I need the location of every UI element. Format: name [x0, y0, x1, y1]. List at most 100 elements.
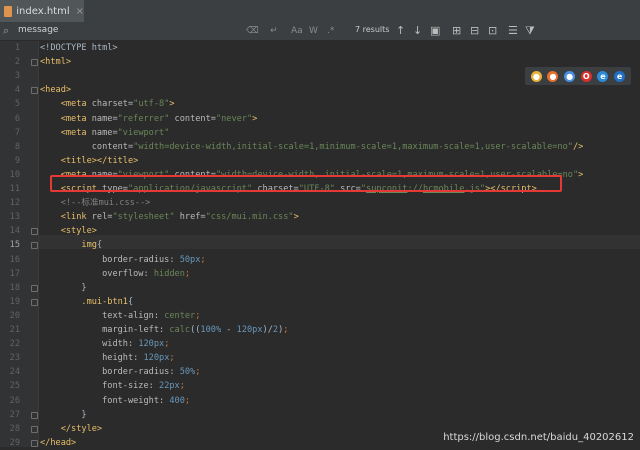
code-text: <!DOCTYPE html>: [40, 43, 118, 53]
match-case-button[interactable]: Aa: [291, 24, 303, 38]
line-number: 11: [9, 184, 20, 194]
code-line[interactable]: 20 text-align: center;: [0, 309, 640, 323]
regex-button[interactable]: .*: [327, 24, 334, 38]
html-file-icon: [4, 5, 13, 17]
fold-marker-icon[interactable]: [31, 425, 38, 433]
code-line[interactable]: 16 border-radius: 50px;: [0, 253, 640, 267]
line-number: 20: [9, 310, 20, 321]
code-line[interactable]: 8 content="width=device-width,initial-sc…: [0, 140, 640, 154]
line-number: 26: [9, 395, 20, 406]
fold-marker-icon[interactable]: [31, 228, 38, 236]
code-line[interactable]: 22 width: 120px;: [0, 337, 640, 351]
code-text: img{: [81, 240, 103, 251]
code-line[interactable]: 18 }: [0, 281, 640, 295]
line-number: 12: [9, 198, 20, 209]
code-line[interactable]: 21 margin-left: calc((100% - 120px)/2);: [0, 323, 640, 337]
fold-marker-icon[interactable]: [31, 439, 38, 447]
select-all-icon[interactable]: ▣: [430, 23, 440, 39]
arrow-down-icon[interactable]: ↓: [413, 23, 422, 39]
code-line[interactable]: 9 <title></title>: [0, 154, 640, 168]
code-line[interactable]: 17 overflow: hidden;: [0, 267, 640, 281]
fold-marker-icon[interactable]: [31, 298, 38, 306]
code-line[interactable]: 27 }: [0, 408, 640, 422]
code-text: }: [81, 409, 87, 420]
code-line[interactable]: 25 font-size: 22px;: [0, 379, 640, 393]
code-line[interactable]: 1 <!DOCTYPE html>: [0, 41, 640, 55]
editor-tab-bar: index.html ×: [0, 0, 640, 23]
code-text: </head>: [40, 437, 77, 448]
firefox-icon[interactable]: ●: [547, 70, 559, 82]
code-line[interactable]: 15 img{: [0, 238, 640, 252]
code-line[interactable]: 12 <!--标准mui.css-->: [0, 196, 640, 210]
results-count: 7 results: [355, 25, 390, 34]
code-text: font-size: 22px;: [102, 381, 185, 392]
clear-icon[interactable]: ⌫: [246, 24, 259, 38]
line-number: 4: [14, 85, 20, 96]
tab-label: index.html: [16, 5, 70, 17]
edge-icon[interactable]: e: [614, 70, 626, 82]
code-line[interactable]: 14 <style>: [0, 224, 640, 238]
code-text: <html>: [40, 57, 72, 68]
filter-icon[interactable]: ⧩: [525, 23, 535, 39]
line-number: 25: [9, 381, 20, 392]
find-bar: ⌕ message ⌫ ↵ Aa W .* 7 results ↑ ↓ ▣ ⊞ …: [0, 22, 640, 41]
code-text: font-weight: 400;: [102, 395, 191, 406]
code-line[interactable]: 7 <meta name="viewport": [0, 126, 640, 140]
in-selection-icon[interactable]: ☰: [508, 23, 518, 39]
code-text: <link rel="stylesheet" href="css/mui.min…: [60, 212, 299, 223]
line-number: 3: [14, 71, 20, 82]
code-line[interactable]: 26 font-weight: 400;: [0, 394, 640, 408]
line-number: 13: [9, 212, 20, 223]
search-icon[interactable]: ⌕: [3, 24, 9, 38]
code-text: <head>: [40, 85, 72, 96]
code-text: overflow: hidden;: [102, 268, 191, 279]
fold-marker-icon[interactable]: [31, 59, 38, 67]
remove-selection-icon[interactable]: ⊟: [470, 23, 479, 39]
browser-preview-bar: ● ● ● Oe e: [525, 67, 631, 85]
code-text: <title></title>: [60, 155, 139, 166]
code-text: width: 120px;: [102, 339, 170, 350]
arrow-up-icon[interactable]: ↑: [396, 23, 405, 39]
code-text: }: [81, 282, 87, 293]
fold-marker-icon[interactable]: [31, 87, 38, 95]
line-number: 23: [9, 353, 20, 364]
annotation-highlight-box: [50, 175, 562, 192]
search-input[interactable]: message: [18, 25, 58, 35]
safari-icon[interactable]: ●: [564, 70, 576, 82]
code-line[interactable]: 23 height: 120px;: [0, 351, 640, 365]
line-number: 19: [9, 296, 20, 307]
line-number: 7: [14, 127, 20, 138]
code-text: <meta name="referrer" content="never">: [60, 113, 258, 124]
code-line[interactable]: 4 <head>: [0, 83, 640, 97]
fold-marker-icon[interactable]: [31, 242, 38, 250]
fold-marker-icon[interactable]: [31, 284, 38, 292]
tab-index-html[interactable]: index.html ×: [0, 0, 84, 22]
opera-icon[interactable]: O: [580, 70, 592, 82]
line-number: 21: [9, 325, 20, 335]
line-number: 15: [9, 240, 20, 251]
whole-word-button[interactable]: W: [309, 24, 318, 38]
code-text: </style>: [60, 423, 103, 434]
line-number: 18: [9, 282, 20, 293]
select-all-occurrences-icon[interactable]: ⊡: [488, 23, 497, 39]
line-number: 10: [9, 169, 20, 180]
code-text: content="width=device-width,initial-scal…: [91, 141, 584, 152]
line-number: 16: [9, 254, 20, 265]
code-line[interactable]: 5 <meta charset="utf-8">: [0, 97, 640, 111]
history-icon[interactable]: ↵: [270, 24, 278, 38]
code-line[interactable]: 19 .mui-btn1{: [0, 295, 640, 309]
code-line[interactable]: 6 <meta name="referrer" content="never">: [0, 112, 640, 126]
ie-icon[interactable]: e: [597, 70, 609, 82]
line-number: 5: [14, 99, 20, 110]
line-number: 9: [14, 155, 20, 166]
fold-marker-icon[interactable]: [31, 411, 38, 419]
code-text: height: 120px;: [102, 353, 175, 364]
close-icon[interactable]: ×: [76, 6, 84, 17]
code-text: <meta name="viewport": [60, 127, 170, 138]
code-line[interactable]: 24 border-radius: 50%;: [0, 365, 640, 379]
chrome-icon[interactable]: ●: [530, 70, 542, 82]
code-text: <style>: [60, 226, 97, 237]
code-text: text-align: center;: [102, 310, 201, 321]
add-selection-icon[interactable]: ⊞: [452, 23, 461, 39]
code-line[interactable]: 13 <link rel="stylesheet" href="css/mui.…: [0, 210, 640, 224]
